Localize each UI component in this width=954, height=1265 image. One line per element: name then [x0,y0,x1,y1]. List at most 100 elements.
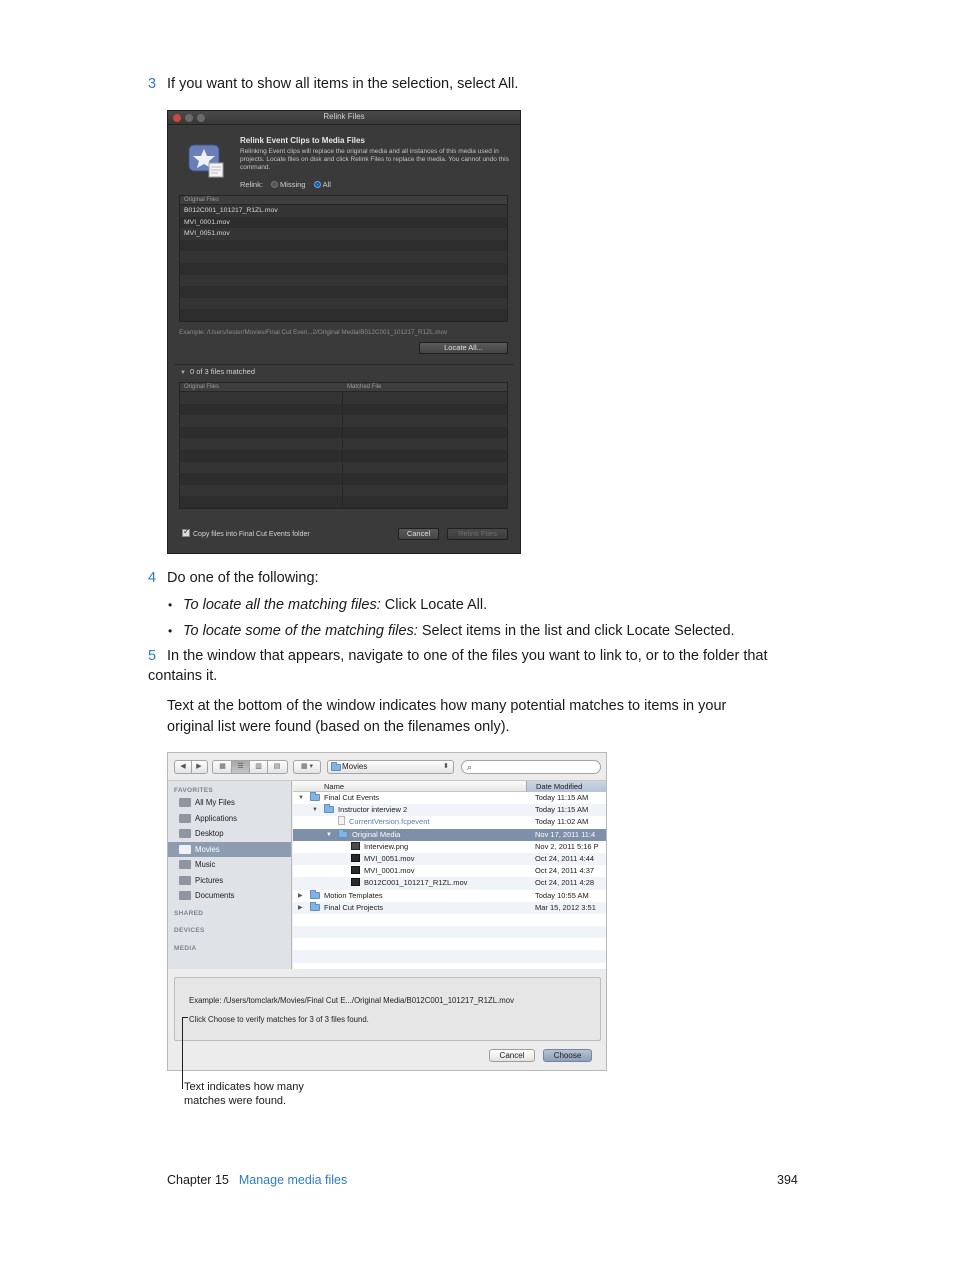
path-popup[interactable]: Movies ⬍ [327,760,454,774]
list-item-selected[interactable]: ▼ Original Media Nov 17, 2011 11:4 [293,828,606,841]
sidebar-item-all-my-files[interactable]: All My Files [168,795,291,810]
bullet-emphasis: To locate some of the matching files: [183,623,418,639]
music-icon [179,860,191,869]
copy-files-option[interactable]: Copy files into Final Cut Events folder [182,527,310,538]
file-list[interactable]: Name Date Modified ▼ Final Cut Events To… [293,781,606,969]
coverflow-view-icon[interactable]: ▤ [268,761,286,773]
step-3: 3 If you want to show all items in the se… [148,74,518,94]
copy-files-checkbox[interactable] [182,527,190,537]
back-arrow-icon[interactable]: ◀ [176,761,192,773]
matched-summary[interactable]: ▼ 0 of 3 files matched [174,364,514,378]
matched-files-table[interactable]: Original Files Matched File [179,382,508,509]
forward-arrow-icon[interactable]: ▶ [192,761,207,773]
table-row[interactable]: MVI_0051.mov [180,228,507,240]
original-files-table[interactable]: Original Files B012C001_101217_R1ZL.mov … [179,195,508,322]
back-forward-control[interactable]: ◀ ▶ [174,760,208,774]
choose-button[interactable]: Choose [543,1049,592,1062]
list-item[interactable]: ▼ Instructor interview 2 Today 11:15 AM [293,804,606,817]
sidebar-item-applications[interactable]: Applications [168,811,291,826]
example-path: Example: /Users/tomclark/Movies/Final Cu… [189,996,515,1005]
empty-row [180,274,507,287]
sidebar-item-desktop[interactable]: Desktop [168,826,291,841]
list-item[interactable]: Interview.png Nov 2, 2011 5:16 P [293,841,606,853]
empty-row [180,415,507,427]
column-divider [342,392,343,508]
empty-row [293,938,606,950]
sidebar-item-label: All My Files [195,798,235,807]
list-item[interactable]: MVI_0001.mov Oct 24, 2011 4:37 [293,865,606,877]
file-date: Today 10:55 AM [535,890,589,900]
bullet-locate-some: • To locate some of the matching files: S… [168,621,735,641]
callout-leader-line [182,1017,183,1089]
empty-row [293,914,606,926]
missing-radio[interactable] [271,181,279,188]
locate-all-button[interactable]: Locate All... [419,342,508,354]
empty-row [180,251,507,263]
step-5-note: Text at the bottom of the window indicat… [167,698,727,735]
bullet-emphasis: To locate all the matching files: [183,597,381,613]
name-column-header[interactable]: Name [324,781,344,792]
sidebar-item-pictures[interactable]: Pictures [168,873,291,888]
table-row[interactable]: MVI_0001.mov [180,216,507,229]
sidebar-item-documents[interactable]: Documents [168,888,291,903]
matched-rows [180,392,507,508]
sidebar-item-movies[interactable]: Movies [168,841,291,857]
list-view-icon[interactable]: ☰ [232,761,250,773]
file-name: MVI_0051.mov [364,853,415,863]
folder-icon [331,762,341,771]
bullet-text: Click Locate All. [380,597,488,613]
footer-chapter: Chapter 15 Manage media files [167,1173,347,1187]
bullet-dot: • [168,624,173,638]
view-mode-control[interactable]: ▦ ☰ ▥ ▤ [212,760,288,774]
path-popup-value: Movies [342,762,368,771]
cancel-button[interactable]: Cancel [489,1049,535,1062]
chapter-link[interactable]: Manage media files [239,1173,347,1187]
sidebar-item-label: Documents [195,891,235,900]
window-titlebar: Relink Files [168,111,520,125]
disclosure-closed-icon[interactable]: ▶ [298,890,303,902]
step-text: In the window that appears, navigate to … [148,648,768,684]
disclosure-triangle-icon[interactable]: ▼ [180,370,186,376]
matched-table-header: Original Files Matched File [180,383,507,392]
movie-file-icon [351,878,360,887]
list-item[interactable]: B012C001_101217_R1ZL.mov Oct 24, 2011 4:… [293,877,606,890]
empty-row [293,926,606,939]
page-number: 394 [777,1173,798,1187]
list-item[interactable]: ▶ Motion Templates Today 10:55 AM [293,889,606,902]
all-radio[interactable] [313,181,321,188]
disclosure-open-icon[interactable]: ▼ [312,804,318,816]
cancel-button[interactable]: Cancel [398,528,439,540]
list-item[interactable]: CurrentVersion.fcpevent Today 11:02 AM [293,816,606,828]
empty-row [180,449,507,462]
date-column-header[interactable]: Date Modified [526,781,606,792]
sidebar-item-label: Music [195,860,216,869]
dialog-description: Relinking Event clips will replace the o… [240,148,509,171]
sidebar-item-label: Desktop [195,829,224,838]
arrange-menu-icon[interactable]: ▦ ▾ [293,760,321,774]
file-list-rows: ▼ Final Cut Events Today 11:15 AM ▼ Inst… [293,792,606,963]
folder-icon [324,804,334,814]
list-item[interactable]: ▶ Final Cut Projects Mar 15, 2012 3:51 [293,901,606,914]
camera-icon [179,875,191,885]
table-row[interactable]: B012C001_101217_R1ZL.mov [180,205,507,217]
search-field[interactable]: ⌕ [461,760,601,774]
folder-icon [310,792,320,801]
disclosure-open-icon[interactable]: ▼ [298,792,304,804]
list-item[interactable]: ▼ Final Cut Events Today 11:15 AM [293,792,606,804]
document-icon [338,816,345,826]
example-path: Example: /Users/tester/Movies/Final Cut … [179,329,448,336]
original-files-header: Original Files [180,196,507,205]
icon-view-icon[interactable]: ▦ [214,761,232,773]
relink-files-button[interactable]: Relink Files [447,528,508,540]
list-item[interactable]: MVI_0051.mov Oct 24, 2011 4:44 [293,852,606,866]
sidebar-item-music[interactable]: Music [168,857,291,872]
match-info-panel: Example: /Users/tomclark/Movies/Final Cu… [174,977,601,1041]
file-name: Original Media [352,829,401,839]
file-name: Interview.png [364,841,409,851]
bullet-dot: • [168,598,173,612]
column-view-icon[interactable]: ▥ [250,761,268,773]
disclosure-closed-icon[interactable]: ▶ [298,902,303,914]
disclosure-open-icon[interactable]: ▼ [326,829,332,841]
step-number: 5 [148,648,157,664]
empty-row [293,950,606,963]
